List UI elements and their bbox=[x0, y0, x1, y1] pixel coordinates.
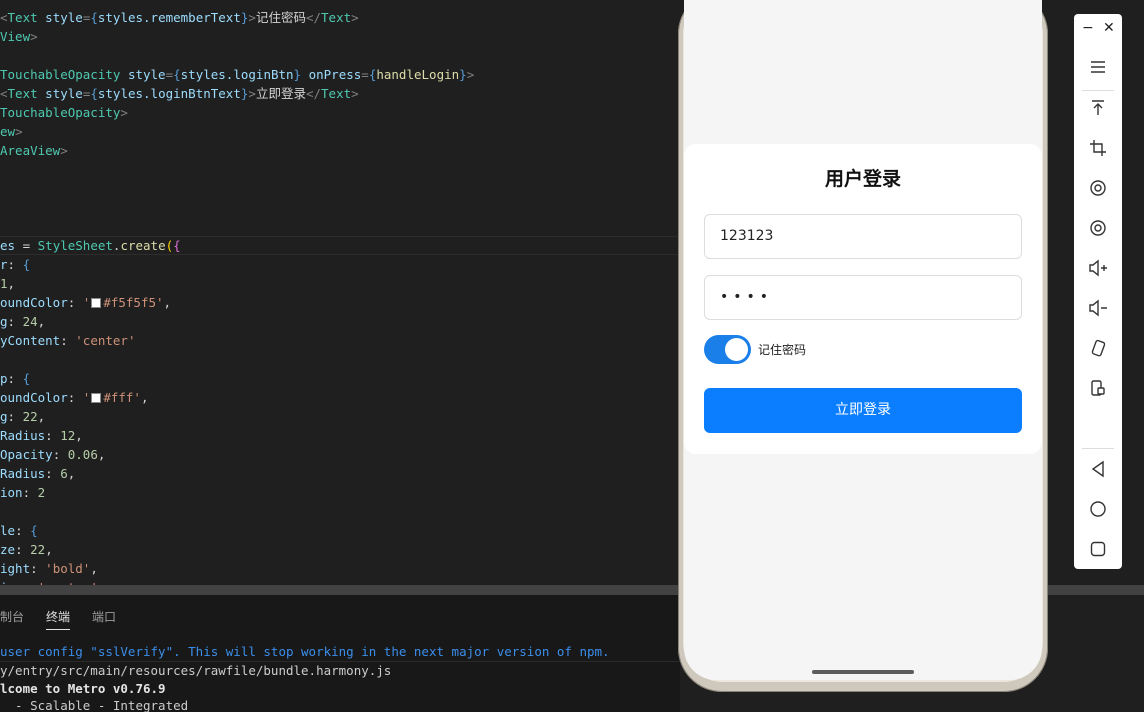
code-line[interactable]: View> bbox=[0, 27, 38, 46]
bottom-panel: 制台 终端 端口 user config "sslVerify". This w… bbox=[0, 595, 680, 712]
recents-icon[interactable] bbox=[1074, 533, 1122, 565]
emulator-toolbar: − ✕ bbox=[1074, 14, 1122, 569]
code-line[interactable]: TouchableOpacity> bbox=[0, 103, 128, 122]
code-line[interactable]: TouchableOpacity style={styles.loginBtn}… bbox=[0, 65, 474, 84]
tab-console[interactable]: 制台 bbox=[0, 608, 24, 625]
pin-top-icon[interactable] bbox=[1074, 92, 1122, 124]
home-icon[interactable] bbox=[1074, 493, 1122, 525]
code-line[interactable]: ight: 'bold', bbox=[0, 559, 98, 578]
remember-row: 记住密码 bbox=[704, 335, 806, 364]
login-button[interactable]: 立即登录 bbox=[704, 388, 1022, 433]
minimize-icon[interactable]: − bbox=[1082, 20, 1094, 36]
code-editor[interactable]: <Text style={styles.rememberText}>记住密码</… bbox=[0, 0, 680, 585]
code-line[interactable]: ign: 'center', bbox=[0, 578, 105, 585]
code-line[interactable]: <Text style={styles.rememberText}>记住密码</… bbox=[0, 8, 359, 27]
code-line[interactable]: oundColor: ' #f5f5f5', bbox=[0, 293, 171, 312]
toggle-knob bbox=[725, 338, 748, 361]
terminal-line: y/entry/src/main/resources/rawfile/bundl… bbox=[0, 663, 392, 678]
color-swatch[interactable] bbox=[91, 393, 102, 403]
tab-ports[interactable]: 端口 bbox=[92, 608, 116, 625]
color-swatch[interactable] bbox=[91, 298, 102, 308]
code-line[interactable]: Radius: 12, bbox=[0, 426, 83, 445]
tab-terminal[interactable]: 终端 bbox=[46, 608, 71, 630]
screenshot-icon[interactable] bbox=[1074, 372, 1122, 404]
code-line[interactable]: Opacity: 0.06, bbox=[0, 445, 105, 464]
code-line[interactable]: es = StyleSheet.create({ bbox=[0, 236, 181, 255]
code-line[interactable]: g: 22, bbox=[0, 407, 45, 426]
code-line[interactable]: Radius: 6, bbox=[0, 464, 75, 483]
code-line[interactable]: oundColor: ' #fff', bbox=[0, 388, 149, 407]
code-line[interactable]: ze: 22, bbox=[0, 540, 53, 559]
back-icon[interactable] bbox=[1074, 453, 1122, 485]
code-line[interactable]: g: 24, bbox=[0, 312, 45, 331]
terminal-line: user config "sslVerify". This will stop … bbox=[0, 644, 610, 659]
login-card: 用户登录 123123 •••• 记住密码 立即登录 bbox=[684, 144, 1042, 454]
toolbar-divider bbox=[1082, 90, 1114, 91]
shake-icon[interactable] bbox=[1074, 332, 1122, 364]
password-field[interactable]: •••• bbox=[704, 275, 1022, 320]
code-line[interactable]: yContent: 'center' bbox=[0, 331, 136, 350]
remember-toggle[interactable] bbox=[704, 335, 751, 364]
volume-down-icon[interactable] bbox=[1074, 292, 1122, 324]
remember-label: 记住密码 bbox=[758, 343, 807, 357]
home-indicator[interactable] bbox=[812, 670, 914, 674]
rotate-right-icon[interactable] bbox=[1074, 212, 1122, 244]
crop-icon[interactable] bbox=[1074, 132, 1122, 164]
menu-icon[interactable] bbox=[1074, 51, 1122, 83]
code-line[interactable]: r: { bbox=[0, 255, 30, 274]
code-line[interactable]: le: { bbox=[0, 521, 38, 540]
close-icon[interactable]: ✕ bbox=[1103, 20, 1115, 36]
code-line[interactable]: <Text style={styles.loginBtnText}>立即登录</… bbox=[0, 84, 359, 103]
code-line[interactable]: p: { bbox=[0, 369, 30, 388]
page-title: 用户登录 bbox=[824, 168, 901, 190]
code-line[interactable]: AreaView> bbox=[0, 141, 68, 160]
code-line[interactable]: 1, bbox=[0, 274, 15, 293]
code-line[interactable]: ion: 2 bbox=[0, 483, 45, 502]
volume-up-icon[interactable] bbox=[1074, 252, 1122, 284]
rotate-left-icon[interactable] bbox=[1074, 172, 1122, 204]
terminal-line: - Scalable - Integrated bbox=[0, 698, 189, 712]
username-field[interactable]: 123123 bbox=[704, 214, 1022, 259]
toolbar-divider bbox=[1082, 448, 1114, 449]
terminal-line: lcome to Metro v0.76.9 bbox=[0, 681, 166, 696]
device-screen[interactable]: 用户登录 123123 •••• 记住密码 立即登录 bbox=[684, 0, 1042, 680]
code-line[interactable]: ew> bbox=[0, 122, 23, 141]
